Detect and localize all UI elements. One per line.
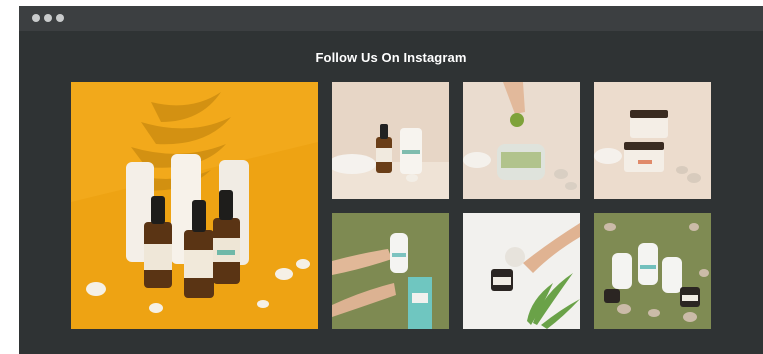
instagram-post-1[interactable] — [332, 82, 449, 199]
dropper-bottles — [144, 190, 240, 298]
section-heading: Follow Us On Instagram — [315, 50, 467, 65]
instagram-post-featured[interactable] — [71, 82, 318, 329]
window-minimize-dot[interactable] — [44, 14, 52, 22]
featured-post-image — [71, 82, 318, 329]
browser-window: Follow Us On Instagram — [19, 6, 763, 354]
post-3-image — [594, 82, 711, 199]
window-close-dot[interactable] — [32, 14, 40, 22]
window-titlebar — [19, 6, 763, 31]
post-6-image — [594, 213, 711, 329]
post-1-image — [332, 82, 449, 199]
instagram-post-3[interactable] — [594, 82, 711, 199]
instagram-post-5[interactable] — [463, 213, 580, 329]
instagram-post-2[interactable] — [463, 82, 580, 199]
post-2-image — [463, 82, 580, 199]
post-4-image — [332, 213, 449, 329]
instagram-post-4[interactable] — [332, 213, 449, 329]
instagram-post-6[interactable] — [594, 213, 711, 329]
post-5-image — [463, 213, 580, 329]
window-maximize-dot[interactable] — [56, 14, 64, 22]
